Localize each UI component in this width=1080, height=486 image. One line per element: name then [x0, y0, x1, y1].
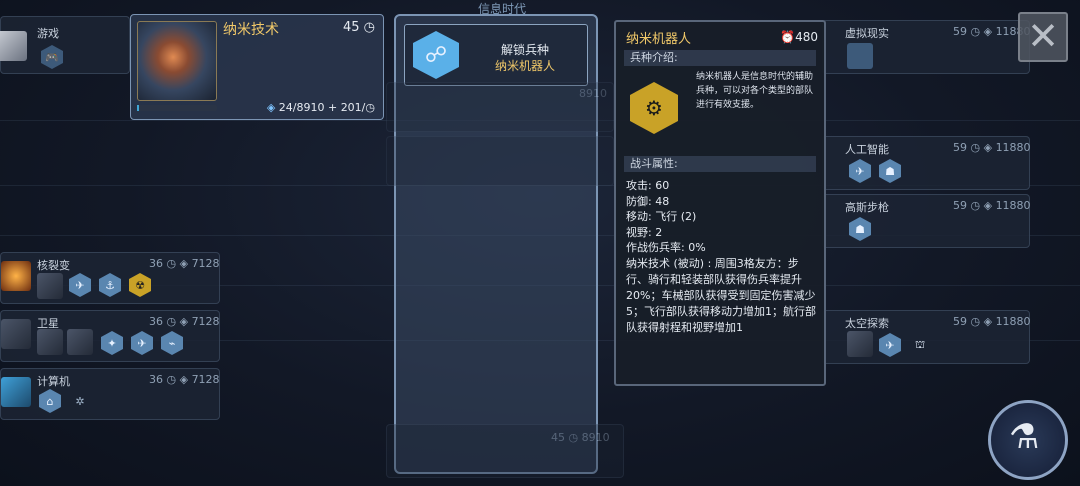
- tech-node-gauss[interactable]: 高斯步枪 59 ◷ ◈ 11880 ☗: [822, 194, 1031, 248]
- alarm-icon: ⏰: [780, 30, 796, 44]
- selected-tech-card[interactable]: 纳米技术 45 ◷ ◈ 24/8910 + 201/◷: [130, 14, 384, 120]
- unit-ability: 纳米技术 (被动) : 周围3格友方：步行、骑行和轻装部队获得伤兵率提升20%；…: [626, 257, 816, 334]
- nanobot-icon: ☍: [413, 31, 459, 79]
- unit-thumb: [67, 329, 93, 355]
- radiation-icon[interactable]: ☢: [129, 273, 151, 297]
- stat-vision: 视野: 2: [626, 225, 663, 239]
- flask-icon: ◈: [266, 101, 276, 114]
- close-button[interactable]: ✕: [1018, 12, 1068, 62]
- unlock-hex-9[interactable]: ☗: [879, 159, 901, 183]
- unit-thumb: [847, 331, 873, 357]
- tech-node-faded[interactable]: [386, 136, 614, 186]
- progress-bar: [137, 105, 217, 111]
- unlock-hex-4[interactable]: ✈: [131, 331, 153, 355]
- fission-thumb: [1, 261, 31, 291]
- tech-node-faded[interactable]: 8910: [386, 82, 614, 132]
- unlock-unit-name: 纳米机器人: [494, 59, 555, 73]
- satellite-thumb: [1, 319, 31, 349]
- unit-description: 纳米机器人是信息时代的辅助兵种，可以对各个类型的部队进行有效支援。: [696, 72, 814, 110]
- tech-node-satellite[interactable]: 卫星 36 ◷ ◈ 7128 ✦ ✈ ⌁: [0, 310, 220, 362]
- tech-node-game[interactable]: 游戏 🎮: [0, 16, 130, 74]
- tech-node-fission[interactable]: 核裂变 36 ◷ ◈ 7128 ✈ ⚓ ☢: [0, 252, 220, 304]
- unit-thumb: [37, 329, 63, 355]
- progress-text: 24/8910 + 201/: [278, 101, 366, 114]
- stats-header: 战斗属性:: [624, 156, 816, 172]
- science-button[interactable]: ⚗: [988, 400, 1068, 480]
- unlock-hex-7[interactable]: ✲: [69, 389, 91, 413]
- unlock-hex-8[interactable]: ✈: [849, 159, 871, 183]
- unlock-hex-11[interactable]: ✈: [879, 333, 901, 357]
- tech-node-faded[interactable]: 45 ◷ 8910: [386, 424, 624, 478]
- unit-thumb: [37, 273, 63, 299]
- nanotech-image: [137, 21, 217, 101]
- stat-move: 移动: 飞行 (2): [626, 210, 697, 223]
- unlock-title: 解锁兵种: [500, 43, 549, 57]
- gamepad-unlock-icon[interactable]: 🎮: [41, 45, 63, 69]
- game-controller-icon: [0, 31, 27, 61]
- tech-node-space[interactable]: 太空探索 59 ◷ ◈ 11880 ✈ ⛫: [822, 310, 1031, 364]
- unlock-hex-1[interactable]: ✈: [69, 273, 91, 297]
- intro-header: 兵种介绍:: [624, 50, 816, 66]
- stat-casualty: 作战伤兵率: 0%: [626, 241, 706, 254]
- close-icon: ✕: [1027, 14, 1059, 58]
- unlock-hex-2[interactable]: ⚓: [99, 273, 121, 297]
- unlock-hex-10[interactable]: ☗: [849, 217, 871, 241]
- thumbs-up-icon[interactable]: [847, 43, 873, 69]
- clock-icon: ◷: [359, 20, 375, 35]
- unit-name: 纳米机器人: [626, 32, 692, 47]
- tech-node-ai[interactable]: 人工智能 59 ◷ ◈ 11880 ✈ ☗: [822, 136, 1031, 190]
- unlock-hex-6[interactable]: ⌂: [39, 389, 61, 413]
- tech-node-vr[interactable]: 虚拟现实 59 ◷ ◈ 11880: [822, 20, 1031, 74]
- stat-attack: 攻击: 60: [626, 179, 670, 192]
- unlock-unit-button[interactable]: ☍ 解锁兵种 纳米机器人: [404, 24, 588, 86]
- unlock-hex-3[interactable]: ✦: [101, 331, 123, 355]
- unlock-hex-5[interactable]: ⌁: [161, 331, 183, 355]
- computer-thumb: [1, 377, 31, 407]
- unit-tooltip: 纳米机器人 ⏰480 兵种介绍: ⚙ 纳米机器人是信息时代的辅助兵种，可以对各个…: [614, 20, 826, 386]
- clock-icon: ◷: [365, 101, 375, 114]
- beaker-icon: ⚗: [1009, 417, 1040, 457]
- unit-cost: 480: [795, 30, 818, 44]
- tech-name: 纳米技术: [223, 22, 279, 38]
- tech-cost: 45: [342, 20, 360, 35]
- nanobot-portrait-icon: ⚙: [630, 82, 678, 134]
- progress-fill: [137, 105, 140, 111]
- tech-node-computer[interactable]: 计算机 36 ◷ ◈ 7128 ⌂ ✲: [0, 368, 220, 420]
- rocket-icon[interactable]: ⛫: [909, 333, 931, 357]
- stat-defense: 防御: 48: [626, 194, 670, 208]
